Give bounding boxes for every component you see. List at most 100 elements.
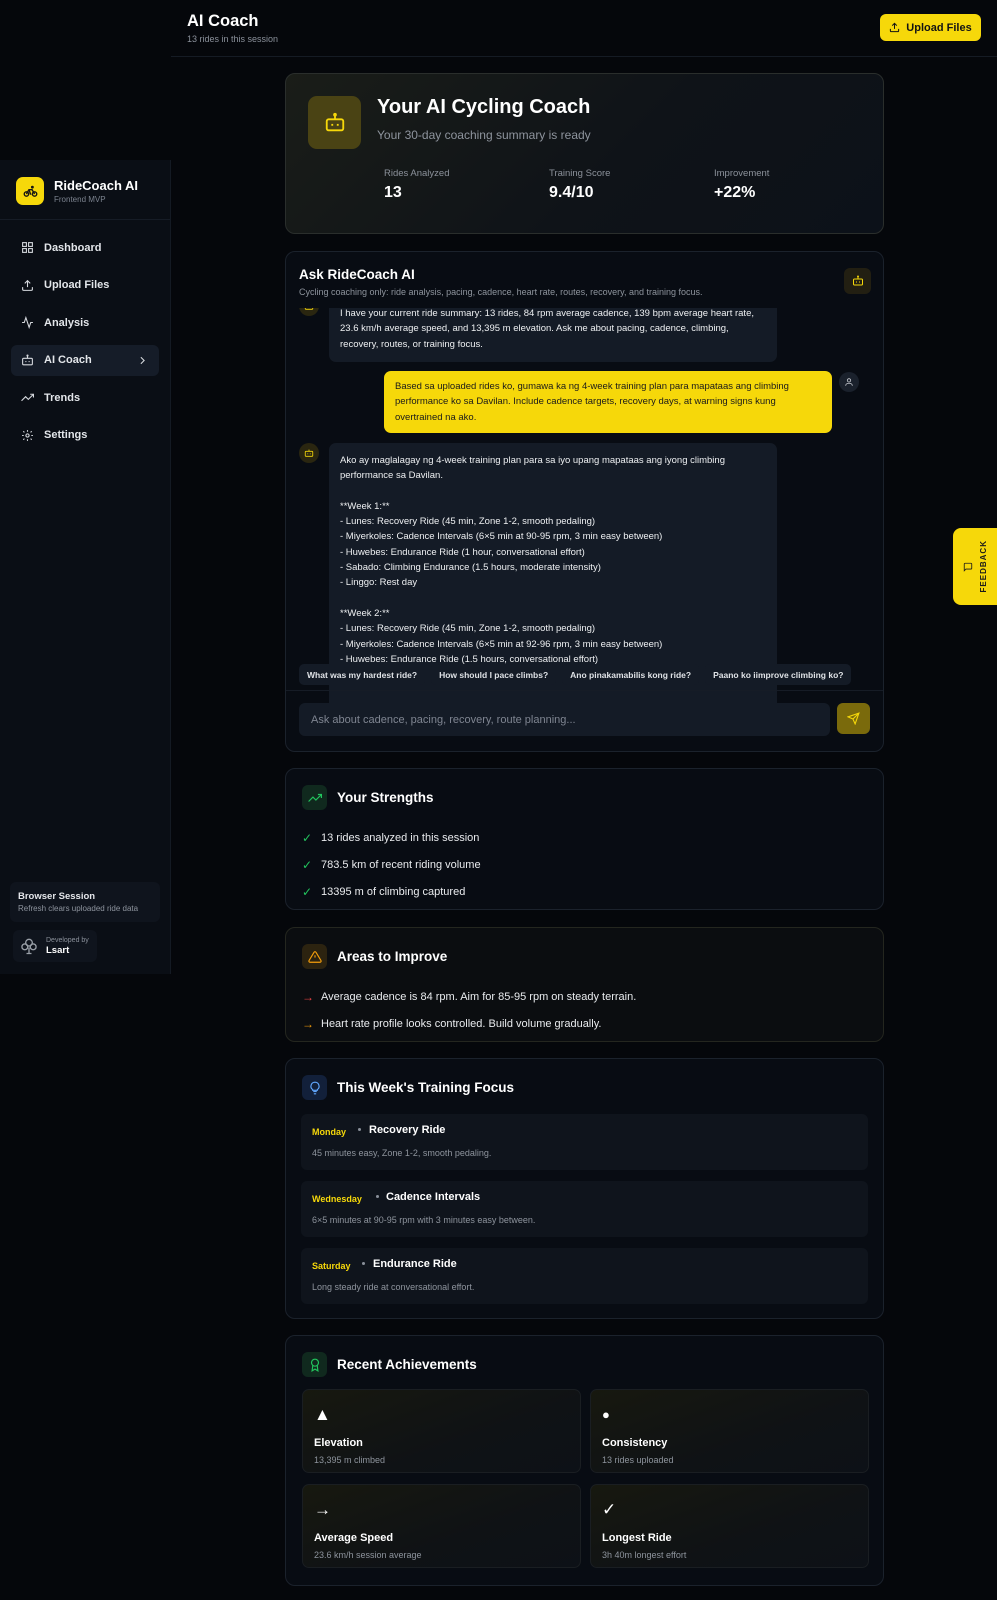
- focus-name: Endurance Ride: [373, 1258, 457, 1270]
- focus-item-saturday: Saturday Endurance Ride Long steady ride…: [301, 1248, 868, 1304]
- suggestion-chip[interactable]: How should I pace climbs?: [431, 664, 557, 685]
- list-item: → Average cadence is 84 rpm. Aim for 85-9…: [302, 983, 636, 1010]
- sidebar-item-upload-files[interactable]: Upload Files: [11, 270, 159, 301]
- achievement-longest-ride: ✓ Longest Ride 3h 40m longest effort: [590, 1484, 869, 1568]
- sidebar-item-ai-coach[interactable]: AI Coach: [11, 344, 159, 376]
- achievement-subtitle: 13 rides uploaded: [602, 1455, 674, 1465]
- improve-card: Areas to Improve → Average cadence is 84 …: [285, 927, 884, 1042]
- list-item: ✓ 13395 m of climbing captured: [302, 878, 481, 905]
- focus-header: This Week's Training Focus: [302, 1075, 514, 1100]
- send-icon: [847, 712, 860, 725]
- coach-subtitle: Your 30-day coaching summary is ready: [377, 128, 591, 142]
- separator-dot: [358, 1128, 361, 1131]
- stat-value: 13: [384, 184, 402, 201]
- bot-icon: [852, 275, 863, 286]
- list-item: ✓ 783.5 km of recent riding volume: [302, 851, 481, 878]
- achievements-card: Recent Achievements ▲ Elevation 13,395 m…: [285, 1335, 884, 1586]
- achievement-title: Average Speed: [314, 1532, 394, 1544]
- developer-logo-icon: [21, 938, 37, 955]
- focus-description: 45 minutes easy, Zone 1-2, smooth pedali…: [312, 1148, 492, 1158]
- trending-up-icon: [302, 785, 327, 810]
- bot-icon: [308, 96, 361, 149]
- grid-icon: [22, 242, 33, 253]
- user-avatar: [839, 372, 859, 392]
- developer-credit[interactable]: Developed by Lsart: [13, 930, 97, 962]
- list-item-text: 783.5 km of recent riding volume: [321, 858, 481, 871]
- session-subtitle: Refresh clears uploaded ride data: [18, 904, 139, 913]
- training-focus-card: This Week's Training Focus Monday Recove…: [285, 1058, 884, 1319]
- user-message: Based sa uploaded rides ko, gumawa ka ng…: [384, 371, 832, 433]
- sidebar-item-label: Analysis: [44, 316, 90, 329]
- achievement-average-speed: → Average Speed 23.6 km/h session averag…: [302, 1484, 581, 1568]
- sidebar-item-label: Upload Files: [44, 279, 110, 291]
- bot-icon: [22, 354, 33, 365]
- activity-icon: [22, 316, 33, 329]
- strengths-title: Your Strengths: [337, 790, 434, 805]
- achievement-title: Longest Ride: [602, 1532, 672, 1544]
- bike-icon: [16, 177, 44, 205]
- chat-messages[interactable]: I have your current ride summary: 13 rid…: [286, 308, 883, 712]
- bot-avatar: [299, 443, 319, 463]
- stat-training-score: Training Score 9.4/10: [549, 168, 610, 202]
- browser-session-notice: Browser Session Refresh clears uploaded …: [10, 882, 160, 922]
- feedback-tab[interactable]: FEEDBACK: [953, 528, 997, 605]
- bot-message: I have your current ride summary: 13 rid…: [329, 308, 777, 362]
- sidebar-item-trends[interactable]: Trends: [11, 382, 159, 413]
- award-icon: [302, 1352, 327, 1377]
- sidebar-item-settings[interactable]: Settings: [11, 420, 159, 451]
- focus-item-wednesday: Wednesday Cadence Intervals 6×5 minutes …: [301, 1181, 868, 1237]
- chat-bot-button[interactable]: [844, 268, 871, 294]
- focus-name: Recovery Ride: [369, 1124, 446, 1136]
- focus-day: Monday: [312, 1127, 347, 1137]
- brand[interactable]: RideCoach AI Frontend MVP: [0, 160, 170, 220]
- coach-summary-card: Your AI Cycling Coach Your 30-day coachi…: [285, 73, 884, 234]
- sidebar: RideCoach AI Frontend MVP Dashboard Uplo…: [0, 160, 171, 974]
- brand-title: RideCoach AI: [54, 178, 139, 193]
- chevron-right-icon: [140, 356, 145, 364]
- sidebar-item-dashboard[interactable]: Dashboard: [11, 232, 159, 263]
- top-bar: AI Coach 13 rides in this session Upload…: [171, 0, 997, 57]
- sidebar-item-label: Settings: [44, 429, 88, 441]
- sidebar-item-analysis[interactable]: Analysis: [11, 307, 159, 338]
- check-icon: ✓: [302, 830, 313, 845]
- check-icon: ✓: [302, 884, 313, 899]
- coach-title: Your AI Cycling Coach: [377, 96, 591, 118]
- arrow-right-icon: →: [302, 989, 314, 1004]
- sidebar-item-label: AI Coach: [44, 354, 92, 366]
- feedback-label: FEEDBACK: [978, 540, 988, 593]
- circle-icon: ●: [602, 1407, 610, 1422]
- focus-day: Saturday: [312, 1261, 351, 1271]
- stat-label: Rides Analyzed: [384, 168, 450, 179]
- strengths-card: Your Strengths ✓ 13 rides analyzed in thi…: [285, 768, 884, 910]
- developer-label: Developed by: [46, 936, 89, 944]
- separator-dot: [362, 1262, 365, 1265]
- list-item-text: Heart rate profile looks controlled. Bui…: [321, 1017, 602, 1030]
- stat-value: 9.4/10: [549, 184, 594, 201]
- suggestion-chip[interactable]: Paano ko iimprove climbing ko?: [705, 664, 852, 685]
- check-icon: ✓: [302, 857, 313, 872]
- suggestion-chip[interactable]: Ano pinakamabilis kong ride?: [562, 664, 700, 685]
- arrow-right-icon: →: [302, 1016, 314, 1031]
- stat-value: +22%: [714, 184, 756, 201]
- achievement-consistency: ● Consistency 13 rides uploaded: [590, 1389, 869, 1473]
- improve-list: → Average cadence is 84 rpm. Aim for 85-9…: [302, 983, 636, 1037]
- trending-up-icon: [21, 393, 34, 402]
- achievements-title: Recent Achievements: [337, 1357, 477, 1372]
- upload-icon: [890, 22, 900, 33]
- send-button[interactable]: [837, 703, 870, 734]
- stat-rides-analyzed: Rides Analyzed 13: [384, 168, 449, 202]
- list-item-text: 13395 m of climbing captured: [321, 885, 466, 898]
- sidebar-item-label: Dashboard: [44, 241, 102, 254]
- upload-icon: [22, 279, 33, 291]
- brand-subtitle: Frontend MVP: [54, 195, 106, 204]
- separator-dot: [376, 1195, 379, 1198]
- bot-avatar: [299, 308, 319, 316]
- chat-divider: [286, 690, 883, 691]
- warning-icon: [302, 944, 327, 969]
- achievements-header: Recent Achievements: [302, 1352, 477, 1377]
- upload-files-button[interactable]: Upload Files: [880, 14, 981, 41]
- suggestion-chip[interactable]: What was my hardest ride?: [299, 664, 426, 685]
- focus-name: Cadence Intervals: [386, 1191, 481, 1203]
- chat-input[interactable]: [299, 703, 830, 736]
- stat-improvement: Improvement +22%: [714, 168, 769, 202]
